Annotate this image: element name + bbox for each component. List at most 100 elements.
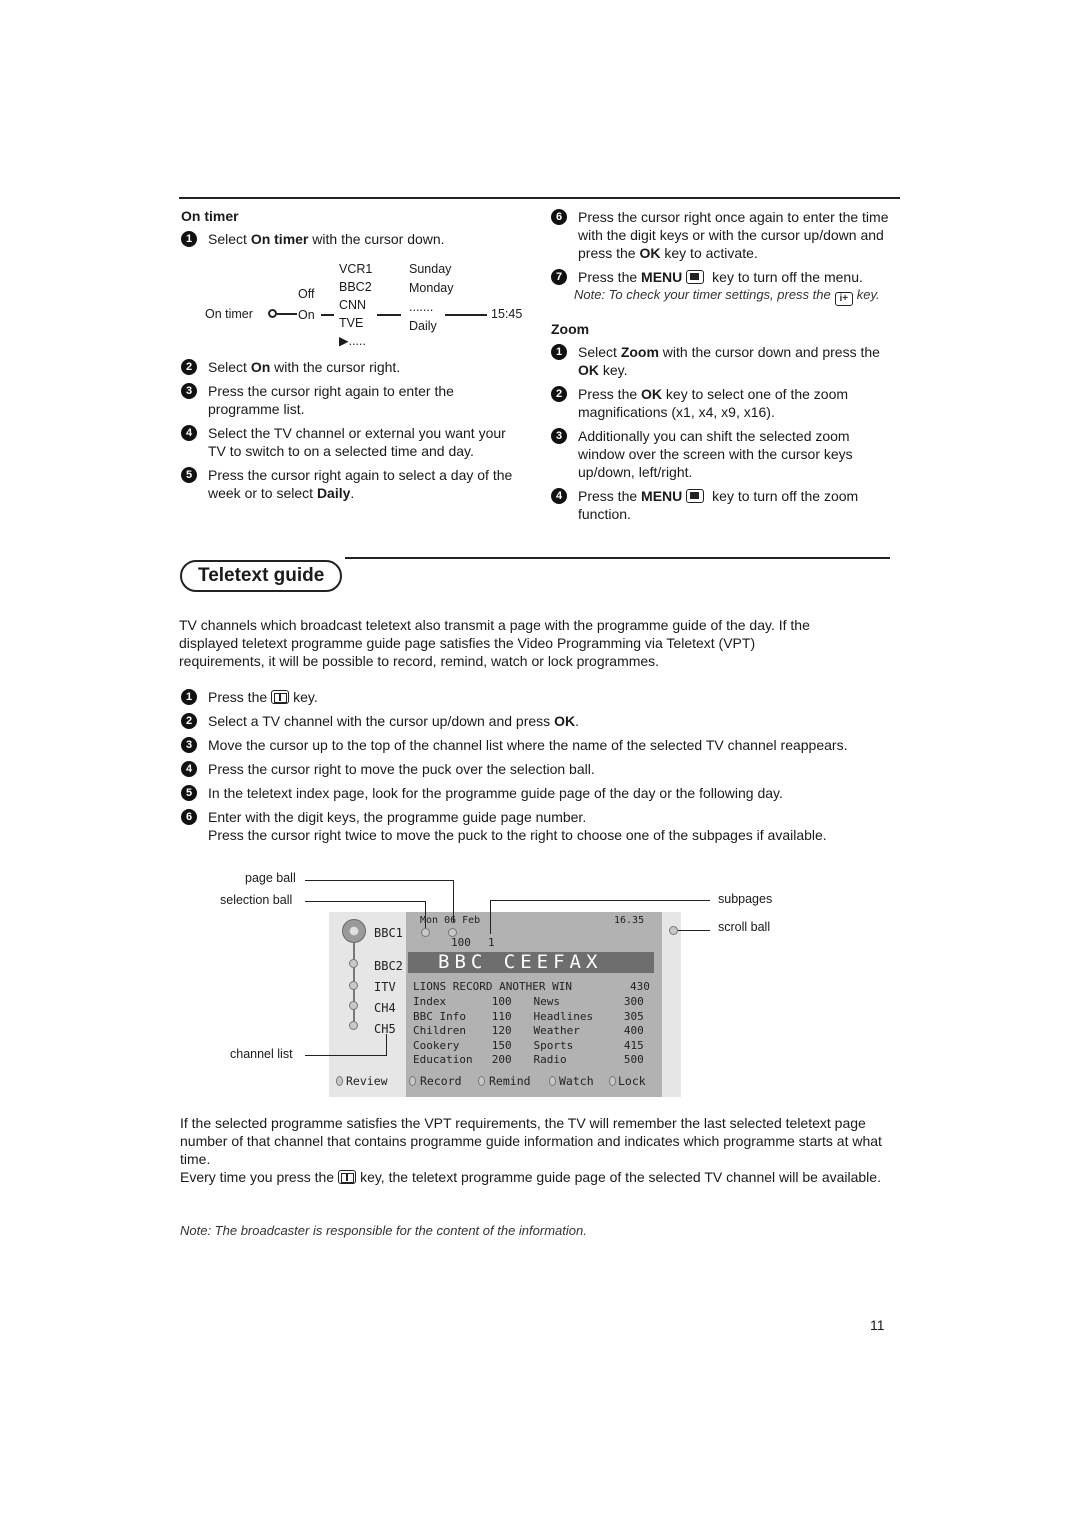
step-number: 1 — [551, 344, 567, 360]
step-number: 7 — [551, 269, 567, 285]
teletext-step-2: 2 Select a TV channel with the cursor up… — [181, 712, 891, 730]
index-entry-page: 305 — [623, 1009, 644, 1023]
index-entry-name: Sports — [533, 1038, 574, 1052]
record-button[interactable]: Record — [409, 1074, 462, 1088]
timer-note: Note: To check your timer settings, pres… — [574, 287, 880, 306]
diagram-off: Off — [298, 287, 315, 301]
index-entry-page: 100 — [491, 995, 512, 1008]
step-number: 1 — [181, 231, 197, 247]
teletext-date: Mon 06 Feb — [420, 915, 481, 926]
channel-ball[interactable] — [349, 1021, 358, 1030]
on-timer-step-4: 4 Select the TV channel or external you … — [181, 424, 521, 460]
channel-ball[interactable] — [349, 1001, 358, 1010]
step-number: 2 — [181, 713, 197, 729]
teletext-time: 16.35 — [614, 915, 645, 926]
button-ball-icon — [549, 1076, 556, 1086]
button-ball-icon — [336, 1076, 343, 1086]
step-number: 4 — [181, 761, 197, 777]
on-timer-step-5: 5 Press the cursor right again to select… — [181, 466, 521, 502]
index-row: Education 200 Radio 500 — [413, 1053, 653, 1068]
callout-line — [678, 930, 710, 931]
channel-item[interactable]: CH5 — [374, 1019, 403, 1040]
on-timer-step-2: 2 Select On with the cursor right. — [181, 358, 521, 376]
zoom-step-3: 3 Additionally you can shift the selecte… — [551, 427, 896, 481]
step-number: 5 — [181, 785, 197, 801]
index-row: BBC Info 110 Headlines 305 — [413, 1010, 653, 1025]
diagram-connector — [377, 314, 401, 316]
index-entry-page: 300 — [623, 995, 644, 1008]
step-number: 3 — [551, 428, 567, 444]
index-entry-page: 200 — [491, 1053, 512, 1067]
button-ball-icon — [478, 1076, 485, 1086]
channel-list: BBC1 BBC2 ITV CH4 CH5 — [374, 923, 403, 1040]
step-number: 6 — [181, 809, 197, 825]
review-button[interactable]: Review — [336, 1074, 388, 1088]
channel-item[interactable]: BBC1 — [374, 923, 403, 944]
callout-line — [305, 1055, 387, 1056]
index-entry-name: Weather — [533, 1024, 580, 1038]
lock-button[interactable]: Lock — [609, 1074, 646, 1088]
channel-item[interactable]: BBC2 — [374, 956, 403, 977]
selection-ball[interactable] — [421, 928, 430, 937]
menu-key-icon — [686, 270, 705, 284]
button-ball-icon — [409, 1076, 416, 1086]
on-timer-heading: On timer — [181, 208, 239, 224]
callout-line — [305, 880, 454, 881]
teletext-step-3: 3 Move the cursor up to the top of the c… — [181, 736, 891, 754]
scroll-ball[interactable] — [669, 926, 678, 935]
index-entry-name: Children — [413, 1024, 466, 1038]
teletext-step-1: 1 Press the key. — [181, 688, 891, 706]
callout-channel-list: channel list — [230, 1047, 293, 1061]
section-title: Teletext guide — [180, 560, 343, 592]
step-number: 2 — [551, 386, 567, 402]
index-entry-page: 110 — [491, 1009, 512, 1023]
page-number: 100 — [451, 936, 471, 949]
zoom-step-2: 2 Press the OK key to select one of the … — [551, 385, 896, 421]
diagram-connector — [445, 314, 487, 316]
step-number: 4 — [551, 488, 567, 504]
channel-ball[interactable] — [349, 981, 358, 990]
on-timer-steps: 2 Select On with the cursor right. 3 Pre… — [181, 358, 521, 508]
cursor-puck-icon[interactable] — [342, 919, 366, 943]
index-entry-page: 415 — [623, 1038, 644, 1052]
callout-page-ball: page ball — [245, 871, 296, 885]
channel-item[interactable]: ITV — [374, 977, 403, 998]
menu-key-icon — [686, 489, 705, 503]
step-number: 1 — [181, 689, 197, 705]
channel-item[interactable]: CH4 — [374, 998, 403, 1019]
step-number: 3 — [181, 737, 197, 753]
on-timer-step-6: 6 Press the cursor right once again to e… — [551, 208, 896, 262]
on-timer-step-3: 3 Press the cursor right again to enter … — [181, 382, 521, 418]
section-rule — [345, 557, 890, 559]
index-entry-name: Index — [413, 995, 447, 1008]
callout-scroll-ball: scroll ball — [718, 920, 771, 934]
guide-key-icon — [338, 1170, 357, 1184]
top-rule — [179, 197, 900, 199]
remind-button[interactable]: Remind — [478, 1074, 531, 1088]
index-entry-name: News — [533, 995, 560, 1008]
index-entry-name: BBC Info — [413, 1009, 466, 1023]
zoom-step-1: 1 Select Zoom with the cursor down and p… — [551, 343, 896, 379]
callout-selection-ball: selection ball — [220, 893, 293, 907]
step-number: 2 — [181, 359, 197, 375]
index-row: Cookery 150 Sports 415 — [413, 1039, 653, 1054]
button-ball-icon — [609, 1076, 616, 1086]
guide-key-icon — [271, 690, 290, 704]
diagram-time: 15:45 — [491, 307, 523, 321]
diagram-root-label: On timer — [205, 307, 253, 321]
teletext-step-4: 4 Press the cursor right to move the puc… — [181, 760, 891, 778]
callout-line — [490, 900, 491, 934]
index-entry-page: 500 — [623, 1053, 644, 1067]
on-timer-step-1: 1 Select On timer with the cursor down. — [181, 230, 521, 248]
zoom-step-4: 4 Press the MENU key to turn off the zoo… — [551, 487, 896, 523]
teletext-step-5: 5 In the teletext index page, look for t… — [181, 784, 891, 802]
watch-button[interactable]: Watch — [549, 1074, 594, 1088]
vpt-paragraph: If the selected programme satisfies the … — [180, 1115, 882, 1167]
info-key-icon: i+ — [834, 292, 853, 306]
channel-ball[interactable] — [349, 959, 358, 968]
callout-line — [305, 901, 426, 902]
index-entry-page: 120 — [491, 1024, 512, 1038]
zoom-heading: Zoom — [551, 321, 590, 337]
index-entry-page: 150 — [491, 1038, 512, 1052]
callout-line — [490, 900, 710, 901]
